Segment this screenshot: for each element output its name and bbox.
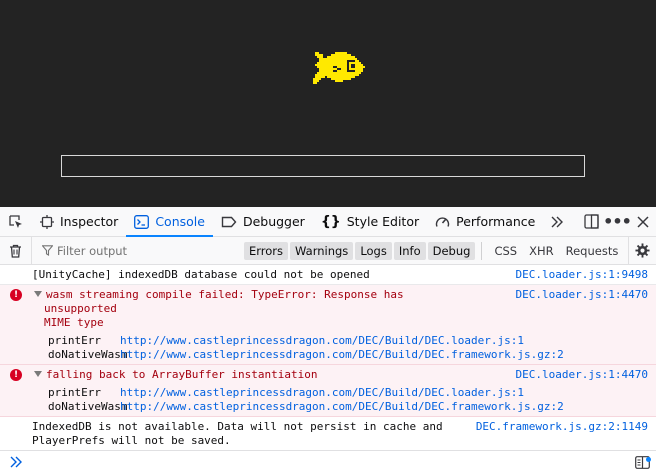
devtools-toolbar: Inspector Console Debugger {} Style Edit… (0, 207, 656, 237)
frame-url[interactable]: http://www.castleprincessdragon.com/DEC/… (120, 334, 524, 348)
tab-label: Inspector (60, 214, 119, 229)
stack-frame[interactable]: printErr http://www.castleprincessdragon… (32, 334, 648, 348)
fish-icon (313, 52, 365, 84)
console-error-message: ! falling back to ArrayBuffer instantiat… (0, 365, 656, 417)
game-canvas[interactable] (0, 0, 656, 207)
console-input-bar (0, 450, 656, 473)
tab-label: Console (155, 214, 205, 229)
frame-url[interactable]: http://www.castleprincessdragon.com/DEC/… (120, 348, 564, 362)
tab-label: Style Editor (346, 214, 420, 229)
tab-inspector[interactable]: Inspector (32, 207, 126, 237)
console-error-message: ! wasm streaming compile failed: TypeErr… (0, 285, 656, 365)
tab-label: Debugger (242, 214, 305, 229)
tab-performance[interactable]: Performance (427, 207, 543, 237)
console-settings-button[interactable] (628, 236, 656, 265)
stack-trace: printErr http://www.castleprincessdragon… (32, 386, 648, 414)
message-text: [UnityCache] indexedDB database could no… (32, 268, 370, 281)
loading-progress-bar (61, 155, 585, 177)
console-output[interactable]: [UnityCache] indexedDB database could no… (0, 265, 656, 450)
filter-errors-button[interactable]: Errors (244, 241, 289, 260)
console-message: IndexedDB is not available. Data will no… (0, 417, 656, 450)
braces-icon: {} (320, 213, 341, 230)
element-picker-button[interactable] (0, 207, 32, 237)
message-location-link[interactable]: DEC.framework.js.gz:2:1149 (476, 420, 648, 434)
console-icon (134, 214, 150, 229)
js-input[interactable] (32, 455, 628, 469)
stack-frame[interactable]: doNativeWasm http://www.castleprincessdr… (32, 348, 648, 362)
filter-debug-button[interactable]: Debug (427, 241, 476, 260)
element-picker-icon (9, 214, 22, 228)
trash-icon (10, 244, 21, 258)
filter-icon (42, 245, 53, 256)
error-icon: ! (10, 289, 22, 301)
error-icon: ! (10, 369, 22, 381)
stack-trace: printErr http://www.castleprincessdragon… (32, 334, 648, 362)
filter-warnings-button[interactable]: Warnings (290, 241, 354, 260)
frame-url[interactable]: http://www.castleprincessdragon.com/DEC/… (120, 386, 524, 400)
expand-triangle-icon[interactable] (34, 291, 42, 297)
filter-divider (481, 241, 483, 260)
filter-xhr-button[interactable]: XHR (523, 242, 560, 260)
log-level-filters: Errors Warnings Logs Info Debug CSS XHR … (244, 241, 625, 260)
debugger-icon (221, 216, 237, 228)
stack-frame[interactable]: printErr http://www.castleprincessdragon… (32, 386, 648, 400)
frame-function: printErr (48, 386, 101, 399)
frame-function: printErr (48, 334, 101, 347)
message-location-link[interactable]: DEC.loader.js:1:4470 (516, 368, 648, 382)
filter-field[interactable] (32, 237, 234, 265)
filter-info-button[interactable]: Info (393, 241, 426, 260)
filter-css-button[interactable]: CSS (488, 242, 523, 260)
expand-triangle-icon[interactable] (34, 371, 42, 377)
filter-logs-button[interactable]: Logs (355, 241, 392, 260)
responsive-design-button[interactable] (578, 207, 604, 237)
frame-function: doNativeWasm (48, 348, 128, 361)
close-icon (637, 215, 649, 228)
tab-style-editor[interactable]: {} Style Editor (313, 207, 427, 237)
message-text: IndexedDB is not available. Data will no… (32, 420, 443, 447)
message-text: falling back to ArrayBuffer instantiatio… (46, 368, 318, 381)
notification-dot (646, 456, 651, 462)
frame-url[interactable]: http://www.castleprincessdragon.com/DEC/… (120, 400, 564, 414)
close-devtools-button[interactable] (630, 207, 656, 237)
console-filter-bar: Errors Warnings Logs Info Debug CSS XHR … (0, 236, 656, 265)
chevron-double-right-icon (551, 216, 564, 227)
more-tools-button[interactable] (543, 207, 571, 237)
filter-input[interactable] (57, 243, 227, 258)
message-location-link[interactable]: DEC.loader.js:1:9498 (516, 268, 648, 282)
tab-console[interactable]: Console (126, 207, 213, 237)
prompt-icon (0, 456, 32, 468)
gauge-icon (435, 215, 450, 228)
toolbar-right-controls: ••• (578, 207, 656, 237)
editor-mode-toggle[interactable] (628, 455, 656, 469)
filter-requests-button[interactable]: Requests (560, 242, 625, 260)
message-text: wasm streaming compile failed: TypeError… (44, 288, 404, 329)
inspector-icon (40, 214, 54, 229)
ellipsis-icon: ••• (603, 212, 632, 231)
more-options-button[interactable]: ••• (603, 207, 632, 237)
clear-console-button[interactable] (0, 236, 32, 265)
responsive-design-icon (583, 214, 599, 229)
gear-icon (635, 243, 650, 258)
stack-frame[interactable]: doNativeWasm http://www.castleprincessdr… (32, 400, 648, 414)
tab-label: Performance (456, 214, 536, 229)
message-location-link[interactable]: DEC.loader.js:1:4470 (516, 288, 648, 302)
console-message: [UnityCache] indexedDB database could no… (0, 265, 656, 285)
tab-debugger[interactable]: Debugger (213, 207, 313, 237)
frame-function: doNativeWasm (48, 400, 128, 413)
